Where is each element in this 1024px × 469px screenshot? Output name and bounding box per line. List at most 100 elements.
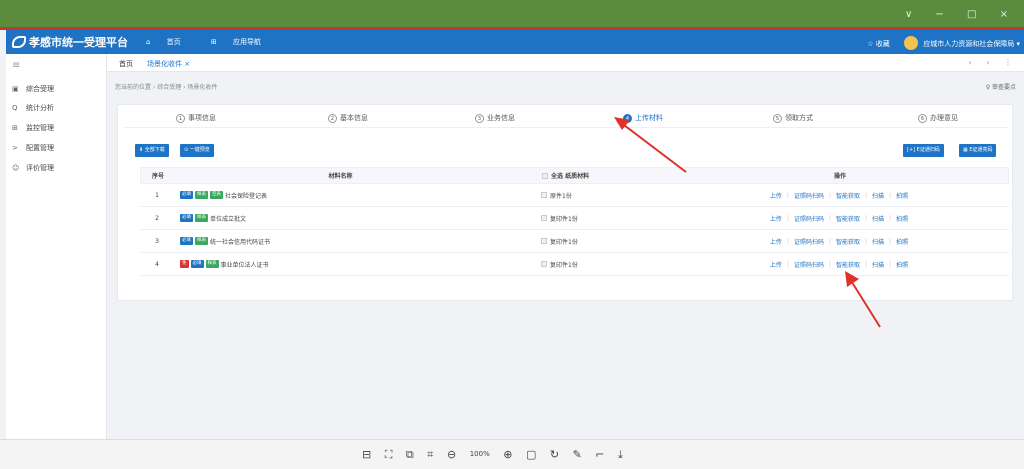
step-2[interactable]: 2 基本信息 <box>328 113 368 123</box>
paper-checkbox[interactable] <box>541 261 547 267</box>
material-tag: 样表 <box>195 214 208 222</box>
row-paper: 复印件1份 <box>499 253 669 275</box>
sidebar-item-comprehensive[interactable]: ▣ 综合受理 <box>12 84 54 94</box>
paper-checkbox[interactable] <box>541 215 547 221</box>
step-6[interactable]: 6 办理意见 <box>918 113 958 123</box>
sidebar-item-evaluation[interactable]: ☺ 评价管理 <box>12 163 54 173</box>
nav-home[interactable]: ⌂ 首页 <box>146 38 195 46</box>
row-material-name: 必填 样表 单位成立批文 <box>174 207 499 229</box>
logo-icon <box>12 36 26 48</box>
material-tag: 必填 <box>180 214 193 222</box>
download-icon[interactable]: ⤓ <box>618 448 623 462</box>
material-tag: 必填 <box>190 260 204 268</box>
sidebar-item-monitor[interactable]: ⊞ 监控管理 <box>12 123 54 133</box>
favorite-link[interactable]: ☆ 收藏 <box>867 40 890 48</box>
material-tag: 必填 <box>180 191 193 199</box>
annotation-arrow-smart-fetch <box>845 271 881 328</box>
op-link[interactable]: 上传 <box>770 237 782 246</box>
op-link[interactable]: 证照码扫码 <box>794 260 824 269</box>
tab-scene-receive[interactable]: 场景化收件 × <box>147 59 190 69</box>
fit-screen-icon[interactable]: ⛶ <box>385 448 393 462</box>
op-link[interactable]: 拍照 <box>896 214 908 223</box>
op-link[interactable]: 扫描 <box>872 214 884 223</box>
review-tip-link[interactable]: ♀ 审查要点 <box>986 82 1016 91</box>
op-link[interactable]: 拍照 <box>896 237 908 246</box>
op-separator: | <box>786 260 789 268</box>
step-5[interactable]: 5 领取方式 <box>773 113 813 123</box>
download-all-button[interactable]: ⬇ 全部下载 <box>135 144 169 157</box>
grid-icon: ⊞ <box>12 124 18 132</box>
op-separator: | <box>889 214 892 222</box>
zoom-in-icon[interactable]: ⊕ <box>503 448 512 461</box>
row-index: 2 <box>155 214 159 222</box>
sidebar: ≡ ▣ 综合受理 Q 统计分析 ⊞ 监控管理 > 配置管理 ☺ 评价管理 <box>6 54 107 439</box>
menu-toggle-icon[interactable]: ≡ <box>12 60 20 71</box>
op-separator: | <box>865 191 868 199</box>
user-menu[interactable]: 应城市人力资源和社会保障局 ▾ <box>923 40 1020 48</box>
row-material-name: 必填 样表 空表 社会保险登记表 <box>174 184 499 206</box>
row-paper: 复印件1份 <box>499 207 669 229</box>
avatar[interactable] <box>904 36 919 50</box>
tab-scroll-arrows-icon[interactable]: ‹ › ⋮ <box>969 58 1018 67</box>
header-name: 材料名称 <box>328 173 353 180</box>
paper-checkbox[interactable] <box>541 238 547 244</box>
crop-tool-icon[interactable]: ⌐ <box>595 448 604 461</box>
op-separator: | <box>889 237 892 245</box>
breadcrumb: 您当前的位置 › 综合受理 › 场景化收件 <box>115 84 218 91</box>
zoom-level: 100% <box>469 450 490 458</box>
op-link[interactable]: 上传 <box>770 191 782 200</box>
step-1[interactable]: 1 事项信息 <box>176 113 216 123</box>
app-title: 孝感市统一受理平台 <box>29 36 128 49</box>
window-controls[interactable]: ∨ − □ × <box>905 9 1018 20</box>
op-link[interactable]: 扫描 <box>872 237 884 246</box>
material-tag: 样表 <box>195 191 208 199</box>
op-separator: | <box>828 191 831 199</box>
header-ops: 操作 <box>833 173 846 180</box>
op-separator: | <box>865 237 868 245</box>
op-link[interactable]: 证照码扫码 <box>794 237 824 246</box>
op-link[interactable]: 证照码扫码 <box>794 214 824 223</box>
op-separator: | <box>828 237 831 245</box>
op-link[interactable]: 智能获取 <box>836 214 860 223</box>
page-tabs: 首页 场景化收件 × ‹ › ⋮ <box>107 54 1024 72</box>
copy-icon[interactable]: ⧉ <box>406 448 414 462</box>
op-link[interactable]: 智能获取 <box>836 191 860 200</box>
rotate-icon[interactable]: ↻ <box>550 448 559 461</box>
row-paper: 复印件1份 <box>499 230 669 252</box>
op-link[interactable]: 扫描 <box>872 191 884 200</box>
tab-home[interactable]: 首页 <box>119 59 133 69</box>
smile-icon: ☺ <box>12 164 20 172</box>
layout-icon[interactable]: ⊟ <box>362 448 371 461</box>
select-all-checkbox[interactable] <box>542 172 548 179</box>
edit-icon[interactable]: ✎ <box>573 448 582 461</box>
search-icon: Q <box>12 104 18 112</box>
sidebar-item-statistics[interactable]: Q 统计分析 <box>12 103 54 113</box>
op-link[interactable]: 上传 <box>770 214 782 223</box>
paper-checkbox[interactable] <box>541 192 547 198</box>
row-index: 1 <box>155 191 159 199</box>
annotation-arrow-step <box>614 117 687 173</box>
material-name: 单位成立批文 <box>210 215 247 223</box>
op-separator: | <box>786 191 789 199</box>
op-separator: | <box>889 191 892 199</box>
zoom-out-icon[interactable]: ⊖ <box>447 448 456 461</box>
table-body: 1 必填 样表 空表 社会保险登记表 原件1份 上传 | 证照码扫码 | 智能获取 | 扫描 | 拍照 2 必填… <box>140 184 1009 276</box>
crop-icon[interactable]: ⌗ <box>427 448 433 462</box>
sidebar-item-config[interactable]: > 配置管理 <box>12 143 54 153</box>
op-link[interactable]: 拍照 <box>896 191 908 200</box>
row-ops: 上传 | 证照码扫码 | 智能获取 | 扫描 | 拍照 <box>669 207 1009 229</box>
op-separator: | <box>865 214 868 222</box>
op-link[interactable]: 上传 <box>770 260 782 269</box>
preview-button[interactable]: ⊙ 一键预览 <box>180 144 214 157</box>
op-link[interactable]: 拍照 <box>896 260 908 269</box>
home-icon: ⌂ <box>146 38 153 46</box>
e-scan-button[interactable]: [+] E证通扫码 <box>903 144 944 157</box>
op-link[interactable]: 智能获取 <box>836 237 860 246</box>
original-size-icon[interactable]: ▢ <box>526 448 536 461</box>
nav-app-guide[interactable]: ⊞ 应用导航 <box>211 38 275 46</box>
header-index: 序号 <box>151 173 164 180</box>
op-link[interactable]: 证照码扫码 <box>794 191 824 200</box>
e-code-button[interactable]: ▦ E证通亮码 <box>959 144 997 157</box>
step-3[interactable]: 3 业务信息 <box>475 113 515 123</box>
app-logo[interactable]: 孝感市统一受理平台 <box>12 34 128 50</box>
